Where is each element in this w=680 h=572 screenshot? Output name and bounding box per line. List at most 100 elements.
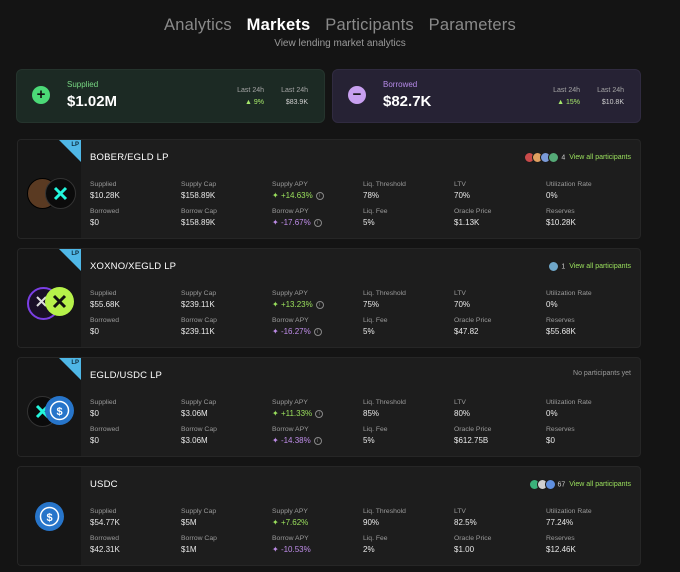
participants-info: 67 View all participants xyxy=(528,479,631,490)
utilization-stat: Utilization Rate 0% xyxy=(546,181,592,200)
supply-apy-stat: Supply APY ✦ +7.62% xyxy=(272,508,309,527)
info-icon[interactable]: i xyxy=(313,327,322,336)
borrowed-label: Borrowed xyxy=(383,80,418,89)
borrow-apy-stat: Borrow APY ✦ -14.38% i xyxy=(272,426,322,445)
liq-threshold-stat: Liq. Threshold 78% xyxy=(363,181,406,200)
utilization-stat: Utilization Rate 0% xyxy=(546,290,592,309)
supply-apy-stat: Supply APY ✦ +11.33% i xyxy=(272,399,324,418)
liq-fee-stat: Liq. Fee 5% xyxy=(363,426,388,445)
borrow-cap-stat: Borrow Cap $239.11K xyxy=(181,317,217,336)
oracle-stat: Oracle Price $612.75B xyxy=(454,426,492,445)
borrow-apy-stat: Borrow APY ✦ -17.67% i xyxy=(272,208,322,227)
supplied-stat: Supplied $54.77K xyxy=(90,508,120,527)
liq-fee-stat: Liq. Fee 2% xyxy=(363,535,388,554)
reserves-stat: Reserves $0 xyxy=(546,426,575,445)
minus-icon: − xyxy=(348,86,366,104)
nav-tabs: Analytics Markets Participants Parameter… xyxy=(0,16,680,35)
ltv-stat: LTV 82.5% xyxy=(454,508,477,527)
participants-count: 67 xyxy=(557,481,566,489)
participants-info: 4 View all participants xyxy=(524,152,631,163)
no-participants-text: No participants yet xyxy=(573,370,631,377)
liq-threshold-stat: Liq. Threshold 85% xyxy=(363,399,406,418)
supply-cap-stat: Supply Cap $3.06M xyxy=(181,399,217,418)
borrowed-total: $82.7K xyxy=(383,93,432,110)
participant-avatar xyxy=(544,479,556,490)
supply-cap-stat: Supply Cap $239.11K xyxy=(181,290,217,309)
view-all-participants-link[interactable]: View all participants xyxy=(569,263,631,270)
borrow-apy-stat: Borrow APY ✦ -16.27% i xyxy=(272,317,322,336)
participant-avatar xyxy=(548,261,560,272)
page-subtitle: View lending market analytics xyxy=(274,38,406,49)
borrow-cap-stat: Borrow Cap $158.89K xyxy=(181,208,217,227)
liq-threshold-stat: Liq. Threshold 75% xyxy=(363,290,406,309)
view-all-participants-link[interactable]: View all participants xyxy=(569,481,631,488)
utilization-stat: Utilization Rate 0% xyxy=(546,399,592,418)
view-all-participants-link[interactable]: View all participants xyxy=(569,154,631,161)
info-icon[interactable]: i xyxy=(315,409,324,418)
tab-markets[interactable]: Markets xyxy=(247,16,311,35)
supplied-stat: Supplied $10.28K xyxy=(90,181,120,200)
participants-info: No participants yet xyxy=(573,370,631,377)
participant-avatar xyxy=(548,152,560,163)
svg-text:$: $ xyxy=(56,406,62,418)
reserves-stat: Reserves $10.28K xyxy=(546,208,576,227)
market-name: USDC xyxy=(90,479,118,490)
borrowed-change-amount: Last 24h $10.8K xyxy=(597,87,624,106)
supplied-stat: Supplied $0 xyxy=(90,399,117,418)
market-card[interactable]: LP $ EGLD/USDC LP No participants yet Suppli… xyxy=(17,357,641,457)
usdc-token-icon: $ xyxy=(35,502,64,531)
borrowed-change-percent: Last 24h ▲ 15% xyxy=(553,87,580,106)
market-name: XOXNO/XEGLD LP xyxy=(90,261,177,272)
supplied-change-percent: Last 24h ▲ 9% xyxy=(237,87,264,106)
oracle-stat: Oracle Price $1.13K xyxy=(454,208,492,227)
borrow-cap-stat: Borrow Cap $1M xyxy=(181,535,217,554)
utilization-stat: Utilization Rate 77.24% xyxy=(546,508,592,527)
supplied-change-amount: Last 24h $83.9K xyxy=(281,87,308,106)
market-name: EGLD/USDC LP xyxy=(90,370,163,381)
borrow-cap-stat: Borrow Cap $3.06M xyxy=(181,426,217,445)
supply-cap-stat: Supply Cap $158.89K xyxy=(181,181,217,200)
ltv-stat: LTV 80% xyxy=(454,399,471,418)
borrowed-stat: Borrowed $0 xyxy=(90,426,120,445)
supplied-total: $1.02M xyxy=(67,93,118,110)
market-card[interactable]: LP BOBER/EGLD LP 4 View all participants Su… xyxy=(17,139,641,239)
market-card[interactable]: $ USDC 67 View all participants Supplied $54… xyxy=(17,466,641,566)
borrowed-stat: Borrowed $0 xyxy=(90,208,120,227)
borrowed-stat: Borrowed $0 xyxy=(90,317,120,336)
xegld-token-icon xyxy=(45,287,74,316)
participants-info: 1 View all participants xyxy=(548,261,631,272)
oracle-stat: Oracle Price $1.00 xyxy=(454,535,492,554)
supply-apy-stat: Supply APY ✦ +13.23% i xyxy=(272,290,324,309)
tab-parameters[interactable]: Parameters xyxy=(429,16,516,35)
supplied-label: Supplied xyxy=(67,80,99,89)
participants-count: 4 xyxy=(561,154,566,162)
usdc-token-icon: $ xyxy=(45,396,74,425)
info-icon[interactable]: i xyxy=(313,436,322,445)
supply-apy-stat: Supply APY ✦ +14.63% i xyxy=(272,181,324,200)
supplied-summary-card: + Supplied $1.02M Last 24h ▲ 9% Last 24h… xyxy=(16,69,325,123)
borrowed-summary-card: − Borrowed $82.7K Last 24h ▲ 15% Last 24… xyxy=(332,69,641,123)
info-icon[interactable]: i xyxy=(315,191,324,200)
market-card[interactable]: LP XOXNO/XEGLD LP 1 View all participants S… xyxy=(17,248,641,348)
svg-text:$: $ xyxy=(46,512,52,524)
borrowed-stat: Borrowed $42.31K xyxy=(90,535,120,554)
tab-participants[interactable]: Participants xyxy=(325,16,414,35)
market-name: BOBER/EGLD LP xyxy=(90,152,169,163)
info-icon[interactable]: i xyxy=(313,218,322,227)
liq-threshold-stat: Liq. Threshold 90% xyxy=(363,508,406,527)
oracle-stat: Oracle Price $47.82 xyxy=(454,317,492,336)
reserves-stat: Reserves $12.46K xyxy=(546,535,576,554)
tab-analytics[interactable]: Analytics xyxy=(164,16,232,35)
supplied-stat: Supplied $55.68K xyxy=(90,290,120,309)
egld-token-icon xyxy=(45,178,76,209)
borrow-apy-stat: Borrow APY ✦ -10.53% xyxy=(272,535,311,554)
liq-fee-stat: Liq. Fee 5% xyxy=(363,317,388,336)
supply-cap-stat: Supply Cap $5M xyxy=(181,508,217,527)
ltv-stat: LTV 70% xyxy=(454,290,471,309)
liq-fee-stat: Liq. Fee 5% xyxy=(363,208,388,227)
info-icon[interactable]: i xyxy=(315,300,324,309)
participants-count: 1 xyxy=(561,263,566,271)
reserves-stat: Reserves $55.68K xyxy=(546,317,576,336)
plus-icon: + xyxy=(32,86,50,104)
ltv-stat: LTV 70% xyxy=(454,181,471,200)
